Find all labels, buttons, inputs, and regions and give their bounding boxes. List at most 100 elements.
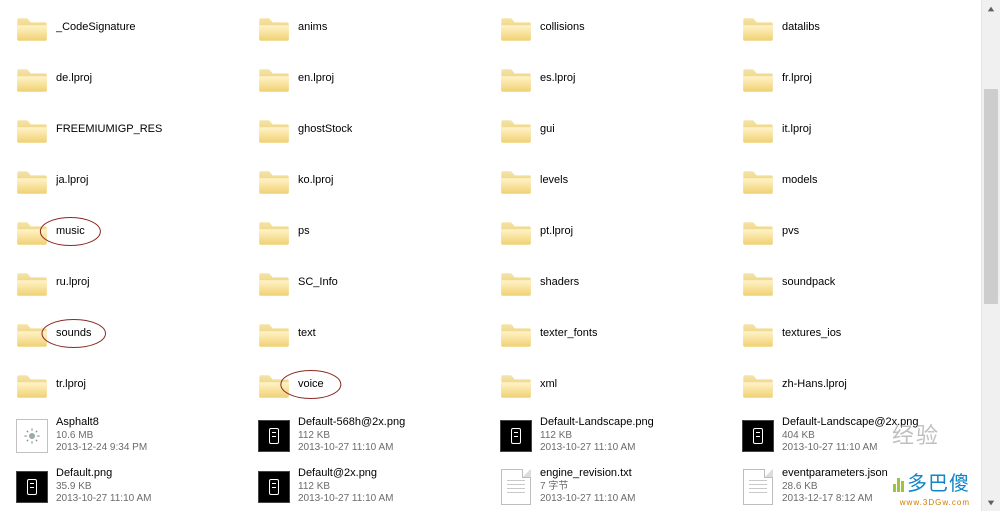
folder-item[interactable]: tr.lproj [10,359,252,410]
item-date: 2013-10-27 11:10 AM [782,442,919,455]
folder-item[interactable]: texter_fonts [494,308,736,359]
folder-icon [14,61,50,97]
folder-icon [498,112,534,148]
folder-item[interactable]: sounds [10,308,252,359]
item-name: xml [540,378,557,392]
folder-icon [256,61,292,97]
item-date: 2013-12-17 8:12 AM [782,493,888,506]
file-item[interactable]: Default@2x.png112 KB2013-10-27 11:10 AM [252,461,494,511]
png-black-file-icon [14,469,50,505]
folder-item[interactable]: text [252,308,494,359]
folder-item[interactable]: xml [494,359,736,410]
folder-item[interactable]: ja.lproj [10,155,252,206]
folder-item[interactable]: levels [494,155,736,206]
item-name: SC_Info [298,276,338,290]
folder-icon [740,10,776,46]
folder-item[interactable]: models [736,155,978,206]
item-meta: text [298,327,316,341]
folder-item[interactable]: soundpack [736,257,978,308]
item-meta: soundpack [782,276,835,290]
folder-item[interactable]: es.lproj [494,53,736,104]
folder-item[interactable]: music [10,206,252,257]
cfg-file-icon [14,418,50,454]
folder-item[interactable]: ko.lproj [252,155,494,206]
file-item[interactable]: Default-Landscape@2x.png404 KB2013-10-27… [736,410,978,461]
item-meta: models [782,174,817,188]
folder-icon [498,10,534,46]
item-name: de.lproj [56,72,92,86]
item-size: 112 KB [298,481,393,494]
item-name: it.lproj [782,123,811,137]
scroll-down-button[interactable] [982,494,1000,511]
folder-icon [740,61,776,97]
item-meta: fr.lproj [782,72,812,86]
item-name: fr.lproj [782,72,812,86]
folder-item[interactable]: ru.lproj [10,257,252,308]
file-item[interactable]: eventparameters.json28.6 KB2013-12-17 8:… [736,461,978,511]
file-item[interactable]: Default-Landscape.png112 KB2013-10-27 11… [494,410,736,461]
folder-icon [740,265,776,301]
vertical-scrollbar[interactable] [981,0,1000,511]
file-item[interactable]: Default.png35.9 KB2013-10-27 11:10 AM [10,461,252,511]
folder-item[interactable]: pvs [736,206,978,257]
folder-item[interactable]: FREEMIUMIGP_RES [10,104,252,155]
scroll-thumb[interactable] [984,89,998,304]
folder-item[interactable]: gui [494,104,736,155]
folder-icon [256,316,292,352]
folder-item[interactable]: ghostStock [252,104,494,155]
scroll-up-button[interactable] [982,0,1000,17]
folder-icon [14,10,50,46]
item-size: 112 KB [298,430,405,443]
folder-item[interactable]: de.lproj [10,53,252,104]
item-meta: Default-568h@2x.png112 KB2013-10-27 11:1… [298,416,405,455]
item-name: ps [298,225,310,239]
item-name: eventparameters.json [782,467,888,481]
folder-item[interactable]: _CodeSignature [10,2,252,53]
folder-icon [14,214,50,250]
scroll-track[interactable] [982,17,1000,494]
folder-item[interactable]: pt.lproj [494,206,736,257]
item-meta: pt.lproj [540,225,573,239]
png-black-file-icon [256,418,292,454]
item-meta: music [56,225,85,239]
folder-item[interactable]: SC_Info [252,257,494,308]
folder-icon [498,367,534,403]
item-name: voice [298,378,324,392]
item-meta: Default.png35.9 KB2013-10-27 11:10 AM [56,467,151,506]
folder-item[interactable]: voice [252,359,494,410]
file-item[interactable]: Asphalt810.6 MB2013-12-24 9:34 PM [10,410,252,461]
folder-item[interactable]: it.lproj [736,104,978,155]
item-size: 112 KB [540,430,654,443]
folder-icon [256,265,292,301]
folder-item[interactable]: fr.lproj [736,53,978,104]
item-meta: collisions [540,21,585,35]
item-size: 35.9 KB [56,481,151,494]
file-item[interactable]: Default-568h@2x.png112 KB2013-10-27 11:1… [252,410,494,461]
folder-item[interactable]: en.lproj [252,53,494,104]
folder-icon [740,112,776,148]
folder-item[interactable]: ps [252,206,494,257]
folder-item[interactable]: zh-Hans.lproj [736,359,978,410]
item-name: _CodeSignature [56,21,136,35]
item-meta: datalibs [782,21,820,35]
file-item[interactable]: engine_revision.txt7 字节2013-10-27 11:10 … [494,461,736,511]
item-name: pt.lproj [540,225,573,239]
item-meta: ru.lproj [56,276,90,290]
item-name: ko.lproj [298,174,333,188]
item-meta: Default@2x.png112 KB2013-10-27 11:10 AM [298,467,393,506]
item-name: music [56,225,85,239]
folder-item[interactable]: textures_ios [736,308,978,359]
item-meta: ko.lproj [298,174,333,188]
item-meta: anims [298,21,327,35]
folder-item[interactable]: datalibs [736,2,978,53]
item-meta: ja.lproj [56,174,88,188]
folder-item[interactable]: anims [252,2,494,53]
item-name: Default-Landscape@2x.png [782,416,919,430]
folder-item[interactable]: collisions [494,2,736,53]
file-explorer-content: { "items":[ {"type":"folder","name":"_Co… [0,0,1000,511]
item-date: 2013-10-27 11:10 AM [540,442,654,455]
folder-item[interactable]: shaders [494,257,736,308]
item-name: datalibs [782,21,820,35]
folder-icon [14,265,50,301]
folder-icon [498,163,534,199]
